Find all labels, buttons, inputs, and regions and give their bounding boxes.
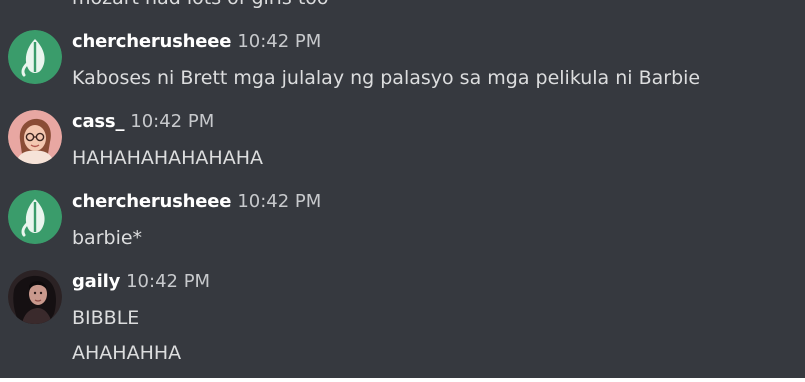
chat-messages: mozart had lots of girls too chercherush… (0, 0, 805, 378)
author-name[interactable]: cass_ (72, 111, 124, 132)
message-header: chercherusheee 10:42 PM (72, 30, 321, 54)
bottom-divider (0, 378, 805, 382)
avatar[interactable] (8, 270, 62, 324)
timestamp[interactable]: 10:42 PM (126, 271, 210, 292)
message-text: AHAHAHHA (72, 342, 182, 364)
timestamp[interactable]: 10:42 PM (237, 191, 321, 212)
message-text: HAHAHAHAHAHAHA (72, 147, 263, 169)
avatar[interactable] (8, 110, 62, 164)
green-leaf-avatar-icon (8, 30, 62, 84)
author-name[interactable]: gaily (72, 271, 120, 292)
avatar[interactable] (8, 190, 62, 244)
message-header: gaily 10:42 PM (72, 270, 210, 294)
message-header: chercherusheee 10:42 PM (72, 190, 321, 214)
message-header: cass_ 10:42 PM (72, 110, 214, 134)
timestamp[interactable]: 10:42 PM (130, 111, 214, 132)
avatar[interactable] (8, 30, 62, 84)
girl-glasses-avatar-icon (8, 110, 62, 164)
author-name[interactable]: chercherusheee (72, 31, 232, 52)
author-name[interactable]: chercherusheee (72, 191, 232, 212)
message-text: BIBBLE (72, 307, 140, 329)
message-text: Kaboses ni Brett mga julalay ng palasyo … (72, 67, 701, 89)
message-text: barbie* (72, 227, 143, 249)
green-leaf-avatar-icon (8, 190, 62, 244)
timestamp[interactable]: 10:42 PM (237, 31, 321, 52)
dark-photo-avatar-icon (8, 270, 62, 324)
previous-message-text: mozart had lots of girls too (72, 0, 329, 9)
